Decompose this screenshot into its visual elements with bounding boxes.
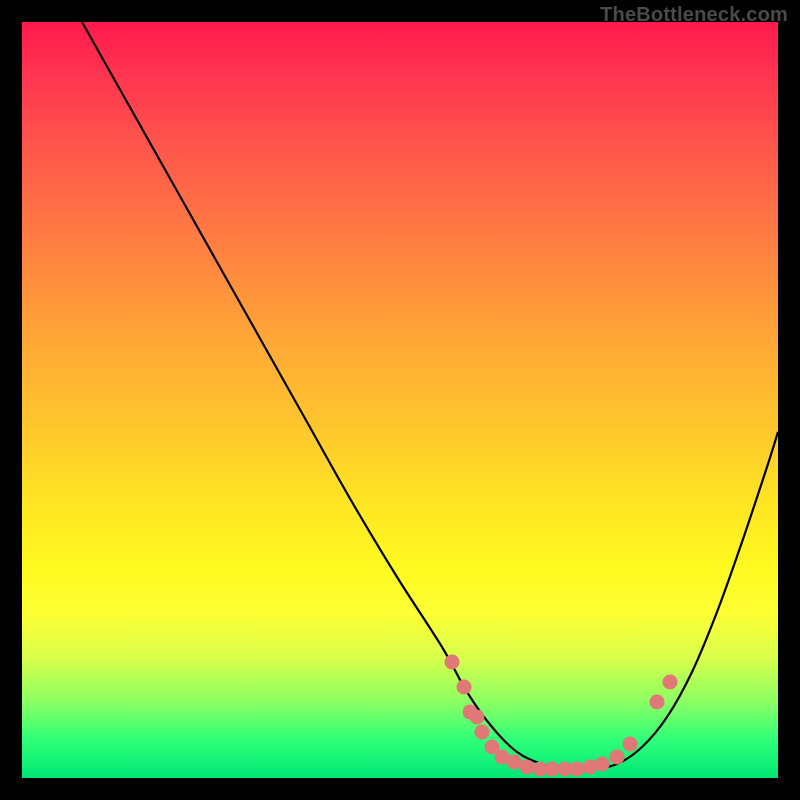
marker-dot bbox=[650, 695, 665, 710]
marker-dot bbox=[475, 725, 490, 740]
chart-frame bbox=[22, 22, 778, 778]
marker-dot bbox=[663, 675, 678, 690]
marker-dot bbox=[507, 755, 522, 770]
marker-dot bbox=[520, 760, 535, 775]
chart-svg bbox=[22, 22, 778, 778]
marker-dot bbox=[445, 655, 460, 670]
marker-dot bbox=[623, 737, 638, 752]
bottleneck-curve bbox=[82, 22, 778, 770]
watermark-text: TheBottleneck.com bbox=[600, 4, 788, 27]
marker-dot bbox=[570, 762, 585, 777]
marker-dot bbox=[610, 750, 625, 765]
marker-dot bbox=[470, 710, 485, 725]
marker-dot bbox=[595, 757, 610, 772]
marker-dot bbox=[545, 762, 560, 777]
marker-dot bbox=[457, 680, 472, 695]
marker-group bbox=[445, 655, 678, 777]
